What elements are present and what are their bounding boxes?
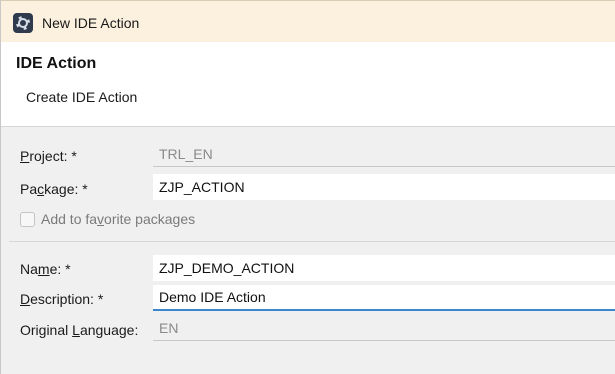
project-label: Project: * bbox=[20, 148, 77, 164]
description-field[interactable] bbox=[153, 285, 615, 311]
checkbox-box[interactable] bbox=[20, 212, 35, 227]
project-field[interactable] bbox=[153, 141, 615, 167]
original-language-label: Original Language: bbox=[20, 322, 139, 338]
description-label: Description: * bbox=[20, 291, 104, 307]
package-label: Package: * bbox=[20, 181, 88, 197]
section-divider bbox=[9, 241, 615, 242]
page-subtitle: Create IDE Action bbox=[26, 89, 138, 105]
name-field[interactable] bbox=[153, 255, 615, 281]
window-title: New IDE Action bbox=[42, 15, 140, 31]
new-ide-action-dialog: New IDE Action IDE Action Create IDE Act… bbox=[0, 0, 615, 374]
original-language-field[interactable] bbox=[153, 315, 615, 341]
page-title: IDE Action bbox=[16, 55, 97, 72]
title-bar: New IDE Action bbox=[1, 0, 615, 42]
name-label: Name: * bbox=[20, 261, 71, 277]
favorite-packages-label: Add to favorite packages bbox=[41, 211, 196, 227]
wizard-header: IDE Action Create IDE Action bbox=[1, 42, 615, 127]
eclipse-gear-icon bbox=[13, 13, 33, 33]
package-field[interactable] bbox=[153, 174, 615, 200]
